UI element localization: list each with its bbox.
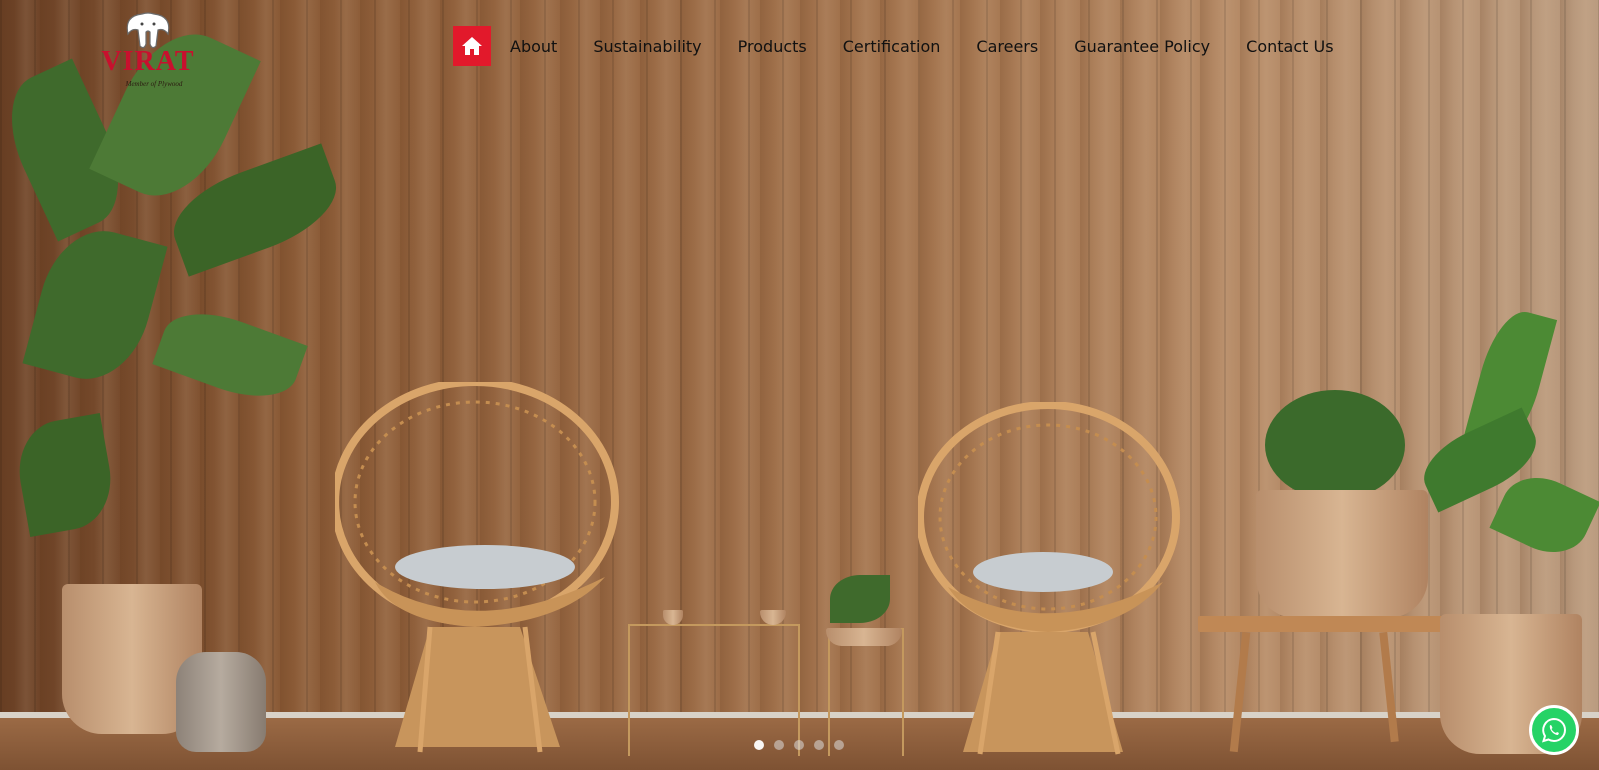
nav-link-contact-us[interactable]: Contact Us [1246,37,1333,56]
logo-tagline: Member of Plywood [125,80,183,88]
logo-wordmark: VIRAT [101,46,195,77]
hero-section: VIRAT Member of Plywood About Sustainabi… [0,0,1599,770]
side-table-left [628,624,800,756]
home-button[interactable] [453,26,491,66]
slider-dot-1[interactable] [754,740,764,750]
brand-logo[interactable]: VIRAT Member of Plywood [98,10,208,88]
small-pot-2 [760,610,786,625]
whatsapp-button[interactable] [1529,705,1579,755]
home-icon [462,37,482,55]
slider-dot-4[interactable] [814,740,824,750]
small-pot-3 [826,628,902,646]
small-pot-1 [663,610,683,625]
nav-link-about[interactable]: About [510,37,557,56]
slider-dot-2[interactable] [774,740,784,750]
nav-link-sustainability[interactable]: Sustainability [593,37,701,56]
rattan-chair-left [331,378,635,767]
rattan-chair-right [916,401,1188,767]
main-nav: About Sustainability Products Certificat… [453,26,1334,66]
slider-dot-5[interactable] [834,740,844,750]
slider-dots [754,740,844,750]
nav-link-certification[interactable]: Certification [843,37,941,56]
elephant-icon [126,12,170,49]
side-table-right [828,628,904,756]
whatsapp-icon [1542,717,1566,743]
small-plant [830,575,890,623]
nav-link-products[interactable]: Products [738,37,807,56]
slider-dot-3[interactable] [794,740,804,750]
nav-link-guarantee-policy[interactable]: Guarantee Policy [1074,37,1210,56]
nav-link-careers[interactable]: Careers [976,37,1038,56]
